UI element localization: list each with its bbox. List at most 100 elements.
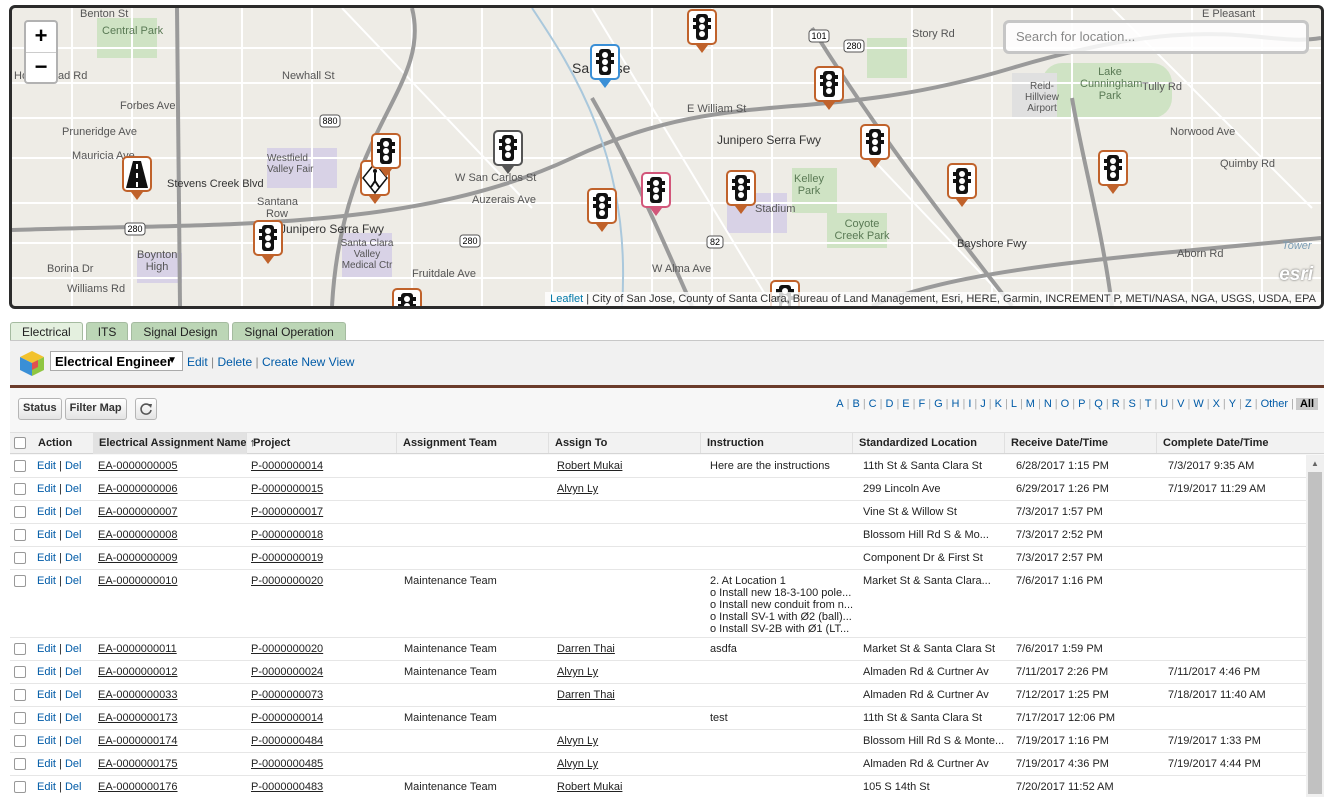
cell-project[interactable]: P-0000000015 (251, 483, 396, 495)
traffic-signal-marker-icon[interactable] (371, 133, 401, 177)
cell-project[interactable]: P-0000000483 (251, 781, 396, 793)
row-edit-link[interactable]: Edit (37, 781, 56, 793)
road-marker-icon[interactable] (122, 156, 152, 200)
row-checkbox[interactable] (14, 575, 26, 587)
row-checkbox[interactable] (14, 506, 26, 518)
traffic-signal-marker-icon[interactable] (1098, 150, 1128, 194)
cell-project[interactable]: P-0000000485 (251, 758, 396, 770)
row-checkbox[interactable] (14, 483, 26, 495)
edit-view-link[interactable]: Edit (187, 355, 208, 369)
alpha-filter-item[interactable]: G (931, 398, 946, 410)
alpha-filter-item[interactable]: I (965, 398, 974, 410)
cell-assign-to[interactable]: Robert Mukai (557, 781, 702, 793)
cell-assign-to[interactable]: Alvyn Ly (557, 483, 702, 495)
alpha-filter-item[interactable]: P (1075, 398, 1088, 410)
map[interactable]: 101 280 880 280 280 82 Benton St Central… (9, 5, 1324, 309)
alpha-filter-item[interactable]: V (1174, 398, 1187, 410)
cell-name[interactable]: EA-0000000006 (98, 483, 243, 495)
select-all-checkbox[interactable] (14, 437, 26, 449)
alpha-filter-item[interactable]: Y (1226, 398, 1239, 410)
row-checkbox[interactable] (14, 735, 26, 747)
cell-project[interactable]: P-0000000019 (251, 552, 396, 564)
alpha-filter-item[interactable]: W (1190, 398, 1206, 410)
cell-name[interactable]: EA-0000000175 (98, 758, 243, 770)
cell-project[interactable]: P-0000000014 (251, 460, 396, 472)
row-checkbox[interactable] (14, 460, 26, 472)
row-edit-link[interactable]: Edit (37, 666, 56, 678)
traffic-signal-marker-icon[interactable] (253, 220, 283, 264)
tab-signal-design[interactable]: Signal Design (131, 322, 230, 340)
cell-name[interactable]: EA-0000000011 (98, 643, 243, 655)
refresh-button[interactable] (134, 398, 157, 420)
row-del-link[interactable]: Del (65, 506, 82, 518)
alpha-filter-item[interactable]: Z (1242, 398, 1255, 410)
traffic-signal-marker-icon[interactable] (947, 163, 977, 207)
traffic-signal-marker-icon[interactable] (493, 130, 523, 174)
row-del-link[interactable]: Del (65, 483, 82, 495)
tab-electrical[interactable]: Electrical (10, 322, 83, 341)
alpha-filter-item[interactable]: C (866, 398, 880, 410)
leaflet-link[interactable]: Leaflet (550, 293, 583, 305)
cell-name[interactable]: EA-0000000009 (98, 552, 243, 564)
cell-assign-to[interactable]: Darren Thai (557, 689, 702, 701)
alpha-filter-item[interactable]: R (1109, 398, 1123, 410)
cell-project[interactable]: P-0000000017 (251, 506, 396, 518)
row-checkbox[interactable] (14, 689, 26, 701)
row-del-link[interactable]: Del (65, 575, 82, 587)
alpha-filter-item[interactable]: U (1157, 398, 1171, 410)
zoom-out-button[interactable]: − (26, 52, 56, 82)
row-del-link[interactable]: Del (65, 758, 82, 770)
row-del-link[interactable]: Del (65, 712, 82, 724)
row-edit-link[interactable]: Edit (37, 506, 56, 518)
row-del-link[interactable]: Del (65, 666, 82, 678)
alpha-filter-item[interactable]: A (833, 398, 846, 410)
cell-name[interactable]: EA-0000000008 (98, 529, 243, 541)
traffic-signal-marker-icon[interactable] (726, 170, 756, 214)
row-del-link[interactable]: Del (65, 460, 82, 472)
row-checkbox[interactable] (14, 666, 26, 678)
alpha-filter-item[interactable]: B (849, 398, 862, 410)
alpha-filter-item[interactable]: L (1008, 398, 1020, 410)
cell-project[interactable]: P-0000000020 (251, 575, 396, 587)
alpha-filter-item[interactable]: X (1210, 398, 1223, 410)
alpha-filter-item[interactable]: D (882, 398, 896, 410)
col-assign-to[interactable]: Assign To (548, 433, 607, 453)
alpha-filter-item[interactable]: K (992, 398, 1005, 410)
cell-name[interactable]: EA-0000000033 (98, 689, 243, 701)
alpha-filter-item[interactable]: O (1058, 398, 1073, 410)
cell-project[interactable]: P-0000000014 (251, 712, 396, 724)
cell-project[interactable]: P-0000000484 (251, 735, 396, 747)
col-complete[interactable]: Complete Date/Time (1156, 433, 1269, 453)
row-del-link[interactable]: Del (65, 643, 82, 655)
row-edit-link[interactable]: Edit (37, 758, 56, 770)
cell-assign-to[interactable]: Alvyn Ly (557, 758, 702, 770)
cell-name[interactable]: EA-0000000010 (98, 575, 243, 587)
row-edit-link[interactable]: Edit (37, 575, 56, 587)
traffic-signal-marker-icon[interactable] (641, 172, 671, 216)
filter-map-button[interactable]: Filter Map (64, 398, 127, 420)
row-edit-link[interactable]: Edit (37, 552, 56, 564)
row-checkbox[interactable] (14, 552, 26, 564)
zoom-in-button[interactable]: + (26, 22, 56, 52)
row-checkbox[interactable] (14, 712, 26, 724)
traffic-signal-marker-icon[interactable] (814, 66, 844, 110)
cell-project[interactable]: P-0000000024 (251, 666, 396, 678)
alpha-filter-item[interactable]: E (899, 398, 912, 410)
cell-name[interactable]: EA-0000000174 (98, 735, 243, 747)
row-edit-link[interactable]: Edit (37, 735, 56, 747)
alpha-filter-item[interactable]: Other (1258, 398, 1292, 410)
row-edit-link[interactable]: Edit (37, 712, 56, 724)
delete-view-link[interactable]: Delete (217, 355, 252, 369)
cell-name[interactable]: EA-0000000007 (98, 506, 243, 518)
col-team[interactable]: Assignment Team (396, 433, 497, 453)
col-receive[interactable]: Receive Date/Time (1004, 433, 1108, 453)
row-del-link[interactable]: Del (65, 529, 82, 541)
row-checkbox[interactable] (14, 529, 26, 541)
row-del-link[interactable]: Del (65, 552, 82, 564)
alpha-filter-all[interactable]: All (1295, 398, 1318, 410)
view-select[interactable]: Electrical Engineer ▼ (50, 351, 183, 371)
tab-signal-operation[interactable]: Signal Operation (232, 322, 346, 340)
row-edit-link[interactable]: Edit (37, 460, 56, 472)
alpha-filter-item[interactable]: M (1023, 398, 1038, 410)
col-location[interactable]: Standardized Location (852, 433, 977, 453)
